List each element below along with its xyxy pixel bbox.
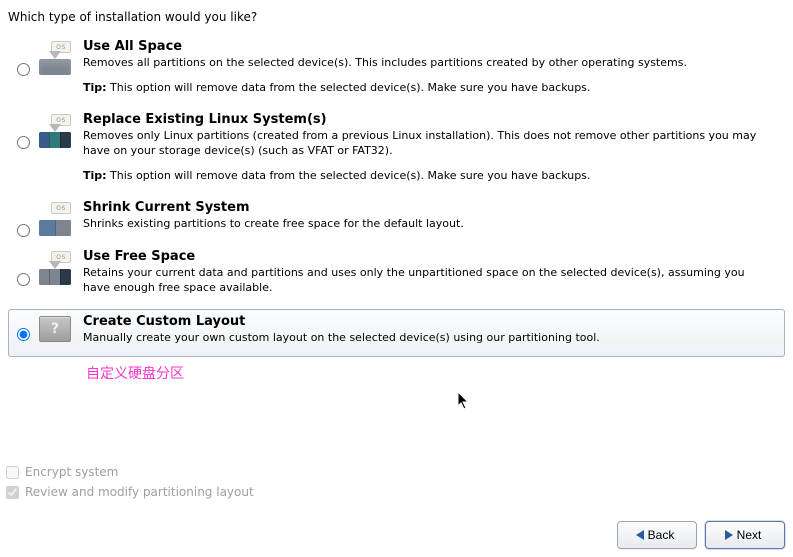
next-button[interactable]: Next bbox=[705, 521, 785, 549]
option-create-custom-layout[interactable]: ? Create Custom Layout Manually create y… bbox=[8, 309, 785, 357]
arrow-right-icon bbox=[725, 530, 733, 540]
install-type-options: OS Use All Space Removes all partitions … bbox=[8, 34, 785, 357]
drive-icon: OS bbox=[33, 112, 77, 148]
radio-shrink-current-system[interactable] bbox=[17, 224, 30, 237]
annotation-custom-partition: 自定义硬盘分区 bbox=[86, 363, 785, 383]
option-desc: Retains your current data and partitions… bbox=[83, 266, 774, 296]
encrypt-system-checkbox[interactable] bbox=[6, 466, 19, 479]
radio-use-all-space[interactable] bbox=[17, 63, 30, 76]
mouse-cursor-icon bbox=[458, 392, 470, 410]
option-desc: Shrinks existing partitions to create fr… bbox=[83, 217, 774, 232]
option-title: Use All Space bbox=[83, 39, 774, 54]
option-tip: Tip: This option will remove data from t… bbox=[83, 81, 774, 94]
radio-create-custom-layout[interactable] bbox=[17, 328, 30, 341]
option-shrink-current-system[interactable]: OS Shrink Current System Shrinks existin… bbox=[8, 195, 785, 245]
option-title: Create Custom Layout bbox=[83, 314, 774, 329]
encrypt-system-label: Encrypt system bbox=[25, 465, 118, 479]
back-button-label: Back bbox=[648, 528, 675, 542]
encrypt-system-row[interactable]: Encrypt system bbox=[6, 465, 254, 479]
option-tip: Tip: This option will remove data from t… bbox=[83, 169, 774, 182]
option-desc: Removes all partitions on the selected d… bbox=[83, 56, 774, 71]
review-layout-checkbox[interactable] bbox=[6, 486, 19, 499]
review-layout-label: Review and modify partitioning layout bbox=[25, 485, 254, 499]
option-title: Use Free Space bbox=[83, 249, 774, 264]
install-type-prompt: Which type of installation would you lik… bbox=[8, 10, 785, 24]
review-layout-row[interactable]: Review and modify partitioning layout bbox=[6, 485, 254, 499]
next-button-label: Next bbox=[737, 528, 762, 542]
question-icon: ? bbox=[33, 314, 77, 342]
back-button[interactable]: Back bbox=[617, 521, 697, 549]
option-title: Shrink Current System bbox=[83, 200, 774, 215]
drive-icon: OS bbox=[33, 39, 77, 75]
option-desc: Manually create your own custom layout o… bbox=[83, 331, 774, 346]
radio-use-free-space[interactable] bbox=[17, 273, 30, 286]
option-use-free-space[interactable]: OS Use Free Space Retains your current d… bbox=[8, 244, 785, 309]
arrow-left-icon bbox=[636, 530, 644, 540]
option-title: Replace Existing Linux System(s) bbox=[83, 112, 774, 127]
drive-icon: OS bbox=[33, 249, 77, 285]
option-use-all-space[interactable]: OS Use All Space Removes all partitions … bbox=[8, 34, 785, 107]
option-desc: Removes only Linux partitions (created f… bbox=[83, 129, 774, 159]
drive-icon: OS bbox=[33, 200, 77, 236]
option-replace-existing-linux[interactable]: OS Replace Existing Linux System(s) Remo… bbox=[8, 107, 785, 195]
radio-replace-existing-linux[interactable] bbox=[17, 136, 30, 149]
